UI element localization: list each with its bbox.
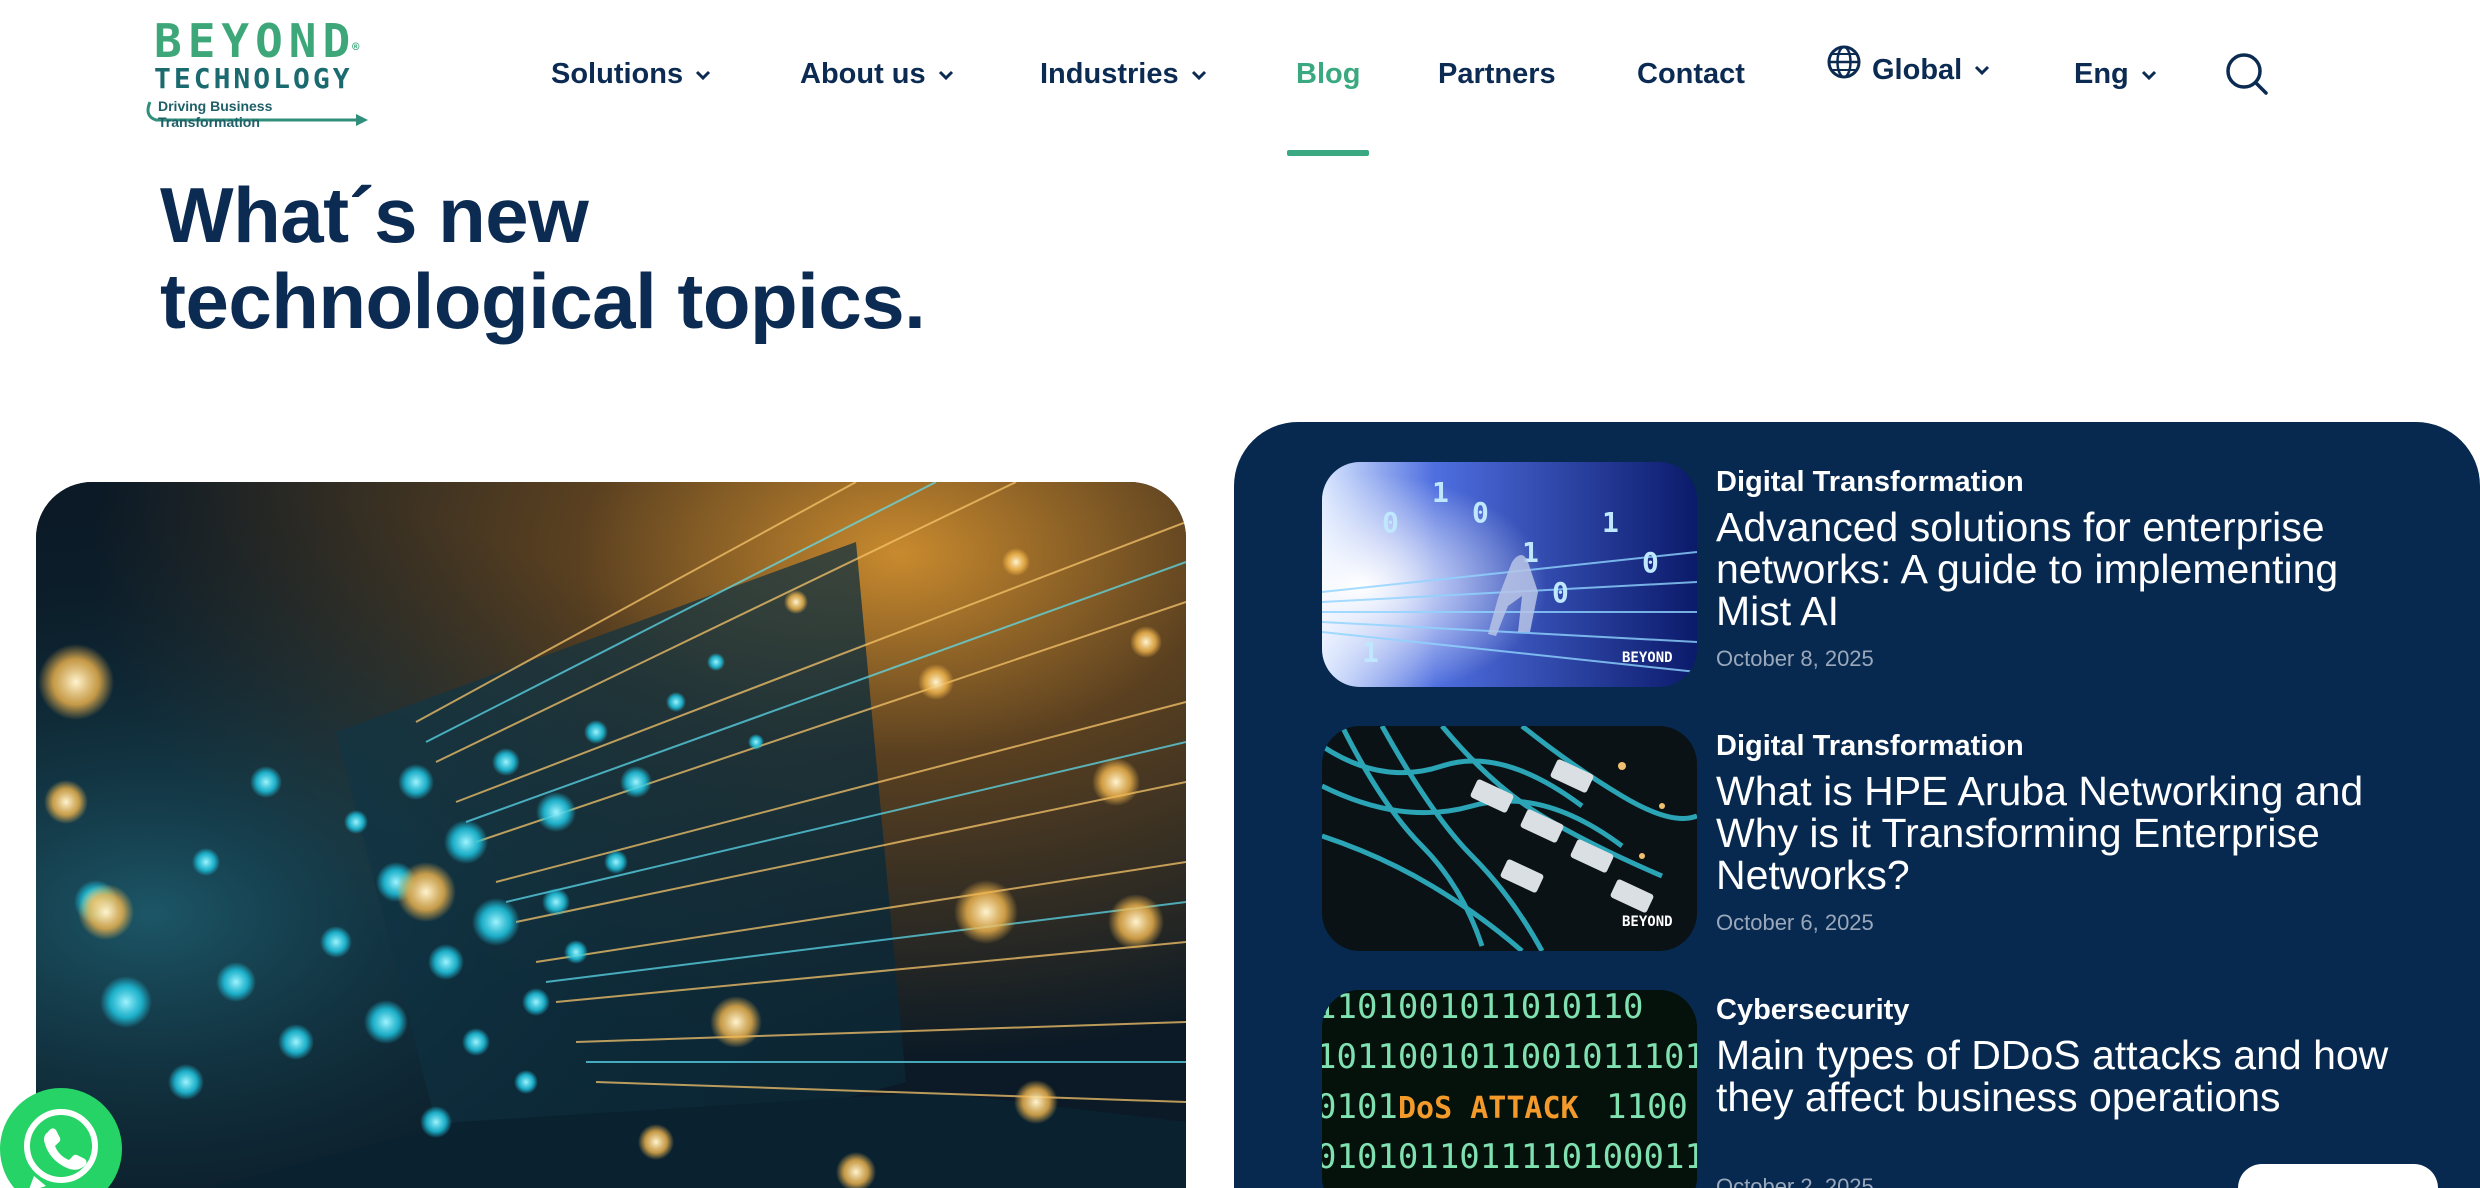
thumb-ddos-label: DoS ATTACK [1398, 1091, 1579, 1126]
svg-text:0101: 0101 [1322, 1087, 1398, 1127]
nav-blog[interactable]: Blog [1296, 58, 1360, 91]
post-title[interactable]: What is HPE Aruba Networking and Why is … [1716, 770, 2416, 896]
post-title[interactable]: Main types of DDoS attacks and how they … [1716, 1034, 2416, 1118]
whatsapp-icon [24, 1109, 98, 1188]
page-title: What´s new technological topics. [160, 171, 926, 345]
nav-about-us[interactable]: About us [800, 58, 956, 91]
post-card[interactable]: 010 011 01 BEYOND Digital Transformation… [1322, 462, 2422, 692]
svg-text:0: 0 [1472, 496, 1489, 529]
laptop-light-trails-image [36, 482, 1186, 1188]
search-icon[interactable] [2223, 50, 2269, 96]
globe-icon [1827, 45, 1861, 79]
post-category: Digital Transformation [1716, 730, 2024, 762]
ddos-binary-image: 1101001011010110 1011001011001011101 010… [1322, 990, 1697, 1188]
nav-contact[interactable]: Contact [1637, 58, 1745, 91]
post-card[interactable]: BEYOND Digital Transformation What is HP… [1322, 726, 2422, 956]
nav-active-indicator [1287, 150, 1369, 156]
post-title[interactable]: Advanced solutions for enterprise networ… [1716, 506, 2416, 632]
post-date: October 6, 2025 [1716, 910, 1874, 935]
chevron-down-icon [1975, 65, 1990, 76]
featured-post-image[interactable] [36, 482, 1186, 1188]
post-date: October 8, 2025 [1716, 646, 1874, 671]
chevron-down-icon [696, 70, 711, 80]
svg-text:1100: 1100 [1606, 1087, 1688, 1127]
svg-text:0101011011110100011: 0101011011110100011 [1322, 1137, 1697, 1177]
svg-text:0: 0 [1642, 546, 1659, 579]
chevron-down-icon [2141, 70, 2156, 80]
network-cables-image: BEYOND [1322, 726, 1697, 951]
svg-text:1: 1 [1602, 506, 1619, 539]
nav-global[interactable]: Global [1826, 45, 1992, 86]
svg-text:BEYOND: BEYOND [1622, 650, 1673, 666]
binary-runner-image: 010 011 01 BEYOND [1322, 462, 1697, 687]
chevron-down-icon [1191, 70, 1206, 80]
svg-text:1: 1 [1432, 476, 1449, 509]
nav-industries[interactable]: Industries [1040, 58, 1209, 91]
post-category: Cybersecurity [1716, 994, 1910, 1026]
post-date: October 2, 2025 [1716, 1174, 1874, 1188]
svg-text:1101001011010110: 1101001011010110 [1322, 990, 1644, 1027]
post-category: Digital Transformation [1716, 466, 2024, 498]
post-thumbnail: BEYOND [1322, 726, 1697, 951]
recent-posts-panel: 010 011 01 BEYOND Digital Transformation… [1234, 422, 2480, 1188]
svg-text:0: 0 [1382, 506, 1399, 539]
svg-text:0: 0 [1552, 576, 1569, 609]
chevron-down-icon [938, 70, 953, 80]
post-thumbnail: 010 011 01 BEYOND [1322, 462, 1697, 687]
scroll-top-tab[interactable] [2238, 1164, 2438, 1188]
svg-text:1: 1 [1362, 636, 1379, 669]
post-card[interactable]: 1101001011010110 1011001011001011101 010… [1322, 990, 2422, 1188]
nav-solutions[interactable]: Solutions [551, 58, 713, 91]
svg-text:BEYOND: BEYOND [1622, 914, 1673, 930]
main-nav: Solutions About us Industries Blog Partn… [0, 40, 2480, 110]
nav-partners[interactable]: Partners [1438, 58, 1556, 91]
svg-text:1011001011001011101: 1011001011001011101 [1322, 1037, 1697, 1077]
nav-language[interactable]: Eng [2074, 58, 2159, 91]
whatsapp-button[interactable] [0, 1088, 122, 1188]
post-thumbnail: 1101001011010110 1011001011001011101 010… [1322, 990, 1697, 1188]
